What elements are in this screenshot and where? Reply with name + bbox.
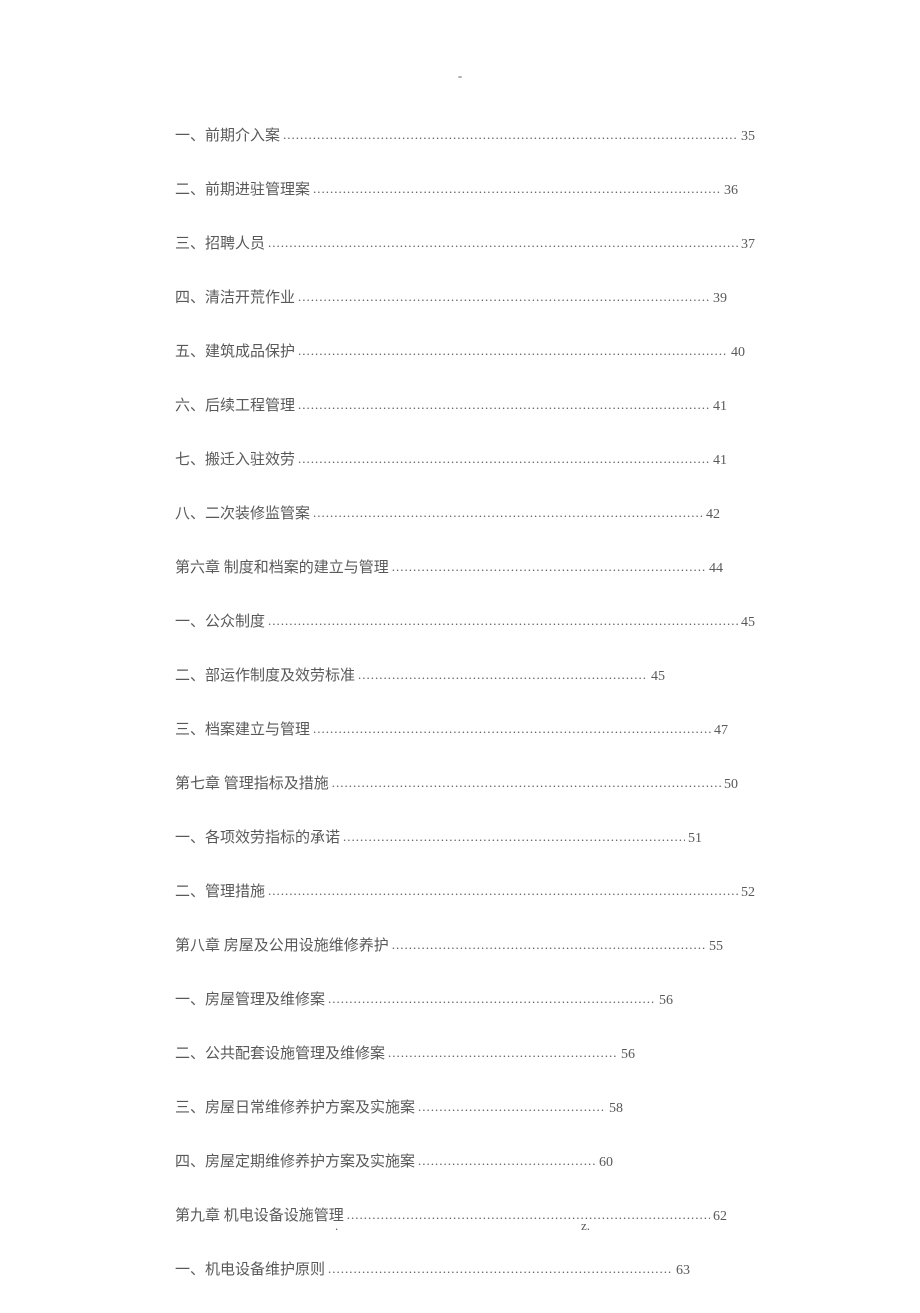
toc-entry: 五、建筑成品保护 40: [175, 341, 745, 364]
toc-title: 一、各项效劳指标的承诺: [175, 827, 340, 850]
toc-title: 二、管理措施: [175, 881, 265, 904]
toc-entry: 第八章 房屋及公用设施维修养护 55: [175, 935, 723, 958]
toc-title: 一、前期介入案: [175, 125, 280, 148]
toc-leader-dots: [328, 989, 656, 1009]
toc-page-number: 52: [741, 882, 755, 903]
toc-entry: 一、房屋管理及维修案 56: [175, 989, 673, 1012]
toc-title: 一、机电设备维护原则: [175, 1259, 325, 1282]
toc-entry: 一、各项效劳指标的承诺 51: [175, 827, 702, 850]
toc-page-number: 45: [651, 666, 665, 687]
toc-page-number: 63: [676, 1260, 690, 1281]
toc-leader-dots: [418, 1151, 596, 1171]
toc-entry: 八、二次装修监管案 42: [175, 503, 720, 526]
toc-page-number: 60: [599, 1152, 613, 1173]
toc-title: 三、房屋日常维修养护方案及实施案: [175, 1097, 415, 1120]
toc-page-number: 56: [621, 1044, 635, 1065]
footer-right-text: z.: [581, 1218, 590, 1234]
toc-title: 八、二次装修监管案: [175, 503, 310, 526]
toc-page-number: 40: [731, 342, 745, 363]
toc-page-number: 41: [713, 396, 727, 417]
toc-title: 四、房屋定期维修养护方案及实施案: [175, 1151, 415, 1174]
toc-leader-dots: [313, 503, 703, 523]
toc-title: 三、档案建立与管理: [175, 719, 310, 742]
toc-leader-dots: [358, 665, 648, 685]
toc-page-number: 37: [741, 234, 755, 255]
toc-leader-dots: [268, 233, 738, 253]
toc-page-number: 41: [713, 450, 727, 471]
toc-leader-dots: [332, 773, 721, 793]
toc-title: 三、招聘人员: [175, 233, 265, 256]
toc-entry: 七、搬迁入驻效劳 41: [175, 449, 727, 472]
toc-page-number: 55: [709, 936, 723, 957]
toc-entry: 一、前期介入案 35: [175, 125, 755, 148]
toc-container: 一、前期介入案 35 二、前期进驻管理案 36 三、招聘人员 37 四、清洁开荒作业 …: [175, 125, 755, 1313]
toc-page-number: 50: [724, 774, 738, 795]
page-footer: . z.: [0, 1218, 920, 1234]
toc-leader-dots: [313, 719, 711, 739]
toc-leader-dots: [298, 341, 728, 361]
toc-title: 四、清洁开荒作业: [175, 287, 295, 310]
toc-page-number: 51: [688, 828, 702, 849]
toc-leader-dots: [392, 935, 706, 955]
toc-page-number: 44: [709, 558, 723, 579]
toc-leader-dots: [298, 287, 710, 307]
toc-title: 二、部运作制度及效劳标准: [175, 665, 355, 688]
toc-entry: 三、档案建立与管理 47: [175, 719, 728, 742]
toc-entry: 三、招聘人员 37: [175, 233, 755, 256]
toc-leader-dots: [343, 827, 685, 847]
toc-leader-dots: [313, 179, 721, 199]
footer-left-dot: .: [335, 1218, 338, 1234]
toc-leader-dots: [392, 557, 706, 577]
toc-leader-dots: [388, 1043, 618, 1063]
toc-leader-dots: [418, 1097, 606, 1117]
toc-entry: 一、机电设备维护原则 63: [175, 1259, 690, 1282]
toc-page-number: 45: [741, 612, 755, 633]
toc-leader-dots: [328, 1259, 673, 1279]
toc-page-number: 36: [724, 180, 738, 201]
toc-leader-dots: [298, 449, 710, 469]
toc-page-number: 42: [706, 504, 720, 525]
toc-entry: 第七章 管理指标及措施 50: [175, 773, 738, 796]
page-header-dash: -: [458, 68, 462, 84]
toc-page-number: 35: [741, 126, 755, 147]
toc-title: 第六章 制度和档案的建立与管理: [175, 557, 389, 580]
toc-title: 第七章 管理指标及措施: [175, 773, 329, 796]
toc-page-number: 56: [659, 990, 673, 1011]
toc-entry: 二、部运作制度及效劳标准 45: [175, 665, 665, 688]
toc-entry: 六、后续工程管理 41: [175, 395, 727, 418]
toc-title: 二、前期进驻管理案: [175, 179, 310, 202]
toc-entry: 四、清洁开荒作业 39: [175, 287, 727, 310]
toc-title: 一、房屋管理及维修案: [175, 989, 325, 1012]
toc-leader-dots: [283, 125, 738, 145]
toc-title: 五、建筑成品保护: [175, 341, 295, 364]
toc-entry: 二、管理措施 52: [175, 881, 755, 904]
toc-entry: 二、前期进驻管理案 36: [175, 179, 738, 202]
toc-title: 一、公众制度: [175, 611, 265, 634]
toc-entry: 二、公共配套设施管理及维修案 56: [175, 1043, 635, 1066]
toc-page-number: 39: [713, 288, 727, 309]
toc-title: 二、公共配套设施管理及维修案: [175, 1043, 385, 1066]
toc-leader-dots: [268, 611, 738, 631]
toc-title: 第八章 房屋及公用设施维修养护: [175, 935, 389, 958]
toc-title: 七、搬迁入驻效劳: [175, 449, 295, 472]
toc-entry: 第六章 制度和档案的建立与管理 44: [175, 557, 723, 580]
toc-entry: 三、房屋日常维修养护方案及实施案 58: [175, 1097, 623, 1120]
toc-leader-dots: [298, 395, 710, 415]
toc-page-number: 58: [609, 1098, 623, 1119]
toc-leader-dots: [268, 881, 738, 901]
toc-entry: 一、公众制度 45: [175, 611, 755, 634]
toc-entry: 四、房屋定期维修养护方案及实施案 60: [175, 1151, 613, 1174]
toc-title: 六、后续工程管理: [175, 395, 295, 418]
toc-page-number: 47: [714, 720, 728, 741]
